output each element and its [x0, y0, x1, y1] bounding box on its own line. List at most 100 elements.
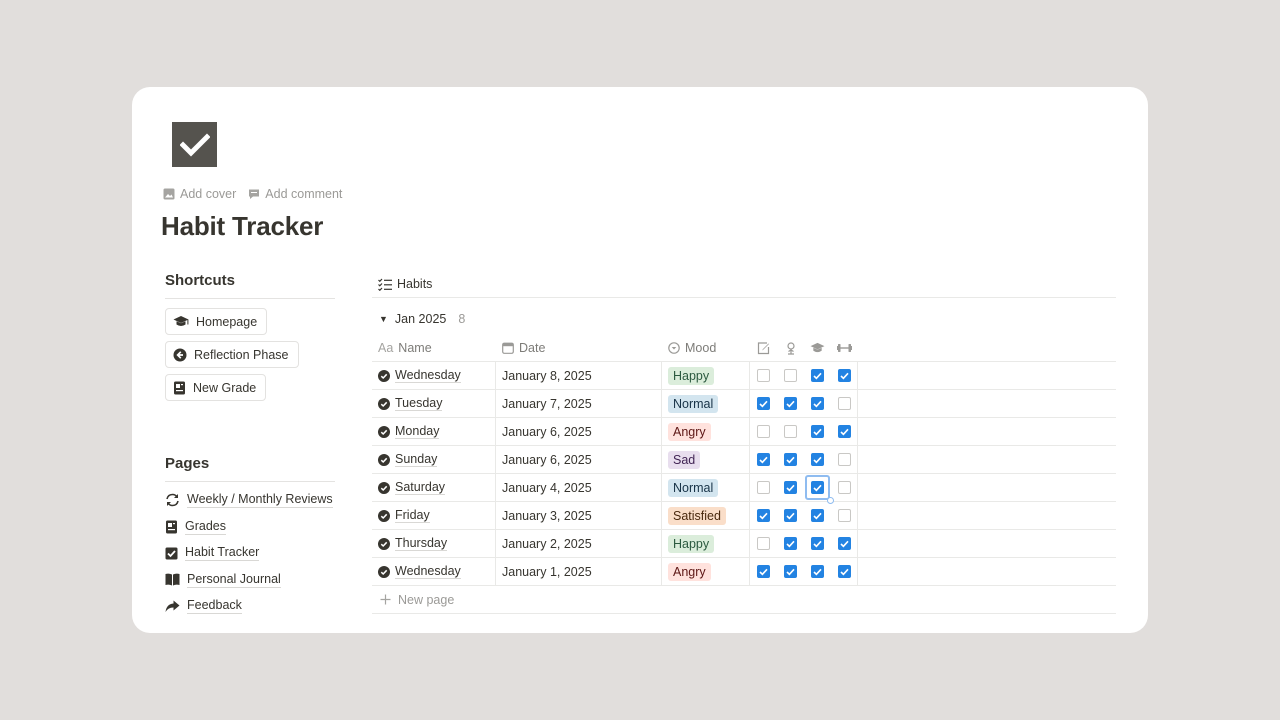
cell-name[interactable]: Wednesday [372, 558, 496, 585]
page-link-weekly-monthly-reviews[interactable]: Weekly / Monthly Reviews [165, 491, 335, 510]
check-circle-icon [378, 509, 390, 522]
cell-checkbox-study [804, 418, 831, 445]
page-checkbox-icon[interactable] [172, 122, 217, 167]
checkbox-person[interactable] [784, 397, 797, 410]
page-link-feedback[interactable]: Feedback [165, 597, 335, 616]
checkbox-writing[interactable] [757, 453, 770, 466]
checkbox-exercise[interactable] [837, 565, 851, 578]
checkbox-study[interactable] [811, 425, 824, 438]
new-page-button[interactable]: New page [372, 586, 1116, 614]
table-row[interactable]: Friday January 3, 2025 Satisfied [372, 502, 1116, 530]
cell-name[interactable]: Tuesday [372, 390, 496, 417]
column-header-exercise[interactable] [831, 343, 858, 353]
cell-date[interactable]: January 4, 2025 [496, 474, 662, 501]
cell-name[interactable]: Friday [372, 502, 496, 529]
cell-mood[interactable]: Satisfied [662, 502, 750, 529]
table-row[interactable]: Sunday January 6, 2025 Sad [372, 446, 1116, 474]
checkbox-person[interactable] [784, 453, 797, 466]
cell-mood[interactable]: Angry [662, 558, 750, 585]
group-toggle-jan-2025[interactable]: ▼ Jan 2025 8 [372, 308, 1116, 330]
checkbox-study[interactable] [811, 369, 824, 382]
checkbox-person[interactable] [784, 369, 797, 382]
cell-mood[interactable]: Happy [662, 530, 750, 557]
cell-date[interactable]: January 6, 2025 [496, 446, 662, 473]
add-comment-button[interactable]: Add comment [248, 187, 342, 201]
cell-date[interactable]: January 6, 2025 [496, 418, 662, 445]
table-row[interactable]: Wednesday January 8, 2025 Happy [372, 362, 1116, 390]
cell-date[interactable]: January 7, 2025 [496, 390, 662, 417]
column-header-writing[interactable] [750, 341, 777, 355]
cell-mood[interactable]: Angry [662, 418, 750, 445]
cell-mood[interactable]: Normal [662, 474, 750, 501]
table-row[interactable]: Tuesday January 7, 2025 Normal [372, 390, 1116, 418]
checkbox-study[interactable] [811, 397, 824, 410]
table-row[interactable]: Thursday January 2, 2025 Happy [372, 530, 1116, 558]
column-header-name[interactable]: Aa Name [372, 341, 496, 355]
checkbox-person[interactable] [784, 537, 797, 550]
cell-mood[interactable]: Sad [662, 446, 750, 473]
cell-mood[interactable]: Happy [662, 362, 750, 389]
checkbox-person[interactable] [784, 481, 797, 494]
checkbox-icon [165, 547, 178, 560]
checkbox-writing[interactable] [757, 565, 770, 578]
page-link-list: Weekly / Monthly Reviews Grades Habit Tr… [165, 491, 335, 616]
column-header-date[interactable]: Date [496, 341, 662, 355]
checkbox-exercise[interactable] [837, 481, 851, 494]
table-row[interactable]: Wednesday January 1, 2025 Angry [372, 558, 1116, 586]
checkbox-exercise[interactable] [837, 537, 851, 550]
check-circle-icon [378, 537, 390, 550]
cell-name[interactable]: Saturday [372, 474, 496, 501]
cell-name[interactable]: Wednesday [372, 362, 496, 389]
cell-name[interactable]: Thursday [372, 530, 496, 557]
checkbox-study[interactable] [811, 537, 824, 550]
checkbox-exercise[interactable] [837, 425, 851, 438]
table-row[interactable]: Monday January 6, 2025 Angry [372, 418, 1116, 446]
view-tab-habits[interactable]: Habits [372, 271, 1116, 298]
checkbox-writing[interactable] [757, 369, 770, 382]
page-link-personal-journal[interactable]: Personal Journal [165, 571, 335, 590]
cell-mood[interactable]: Normal [662, 390, 750, 417]
column-date-label: Date [519, 341, 546, 355]
checkbox-exercise[interactable] [837, 509, 851, 522]
cell-name[interactable]: Sunday [372, 446, 496, 473]
shortcut-homepage[interactable]: Homepage [165, 308, 268, 335]
page-link-grades[interactable]: Grades [165, 518, 335, 537]
checkbox-study[interactable] [811, 565, 824, 578]
checkbox-study[interactable] [811, 509, 824, 522]
sidebar: Shortcuts Homepage Reflection Phase New … [165, 272, 335, 616]
checkbox-person[interactable] [784, 565, 797, 578]
row-name: Sunday [395, 452, 438, 467]
checkbox-exercise[interactable] [837, 369, 851, 382]
checkbox-study[interactable] [811, 453, 824, 466]
shortcut-new-grade[interactable]: New Grade [165, 374, 267, 401]
checkbox-study[interactable] [811, 481, 824, 494]
page-link-habit-tracker[interactable]: Habit Tracker [165, 544, 335, 563]
checkbox-writing[interactable] [757, 509, 770, 522]
checkbox-writing[interactable] [757, 481, 770, 494]
image-icon [163, 188, 175, 200]
checkmark-icon [813, 400, 822, 407]
row-date: January 4, 2025 [502, 480, 592, 495]
cell-name[interactable]: Monday [372, 418, 496, 445]
checkbox-exercise[interactable] [837, 397, 851, 410]
add-cover-button[interactable]: Add cover [163, 187, 236, 201]
checkbox-exercise[interactable] [837, 453, 851, 466]
column-header-mood[interactable]: Mood [662, 341, 750, 355]
cell-date[interactable]: January 2, 2025 [496, 530, 662, 557]
checkmark-icon [839, 568, 849, 575]
cell-checkbox-exercise [831, 502, 858, 529]
cell-date[interactable]: January 3, 2025 [496, 502, 662, 529]
checkbox-person[interactable] [784, 509, 797, 522]
cell-date[interactable]: January 1, 2025 [496, 558, 662, 585]
checkbox-writing[interactable] [757, 397, 770, 410]
checkbox-writing[interactable] [757, 425, 770, 438]
column-header-person[interactable] [777, 341, 804, 355]
column-header-study[interactable] [804, 342, 831, 354]
graduation-cap-icon [810, 342, 825, 353]
checkmark-icon [813, 372, 822, 379]
shortcut-reflection-phase[interactable]: Reflection Phase [165, 341, 299, 368]
checkbox-writing[interactable] [757, 537, 770, 550]
table-row[interactable]: Saturday January 4, 2025 Normal [372, 474, 1116, 504]
checkbox-person[interactable] [784, 425, 797, 438]
cell-date[interactable]: January 8, 2025 [496, 362, 662, 389]
